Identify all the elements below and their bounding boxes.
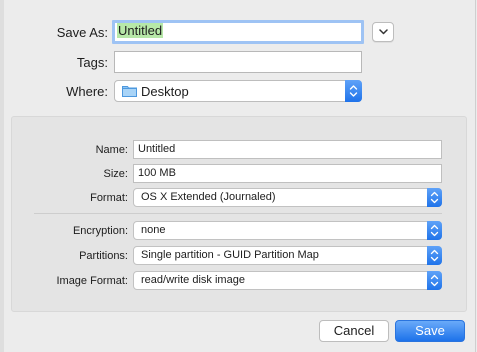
encryption-popup-arrows xyxy=(427,221,442,240)
image-format-value: read/write disk image xyxy=(141,274,245,286)
size-label: Size: xyxy=(103,168,128,180)
partitions-value: Single partition - GUID Partition Map xyxy=(141,249,319,261)
up-down-chevron-icon xyxy=(430,249,439,262)
where-popup-arrows xyxy=(345,80,362,102)
folder-icon xyxy=(122,86,137,97)
size-field[interactable]: 100 MB xyxy=(133,164,442,183)
save-as-field[interactable]: Untitled xyxy=(112,20,364,44)
partitions-label: Partitions: xyxy=(79,250,128,262)
format-popup[interactable]: OS X Extended (Journaled) xyxy=(133,188,442,207)
format-value: OS X Extended (Journaled) xyxy=(141,191,276,203)
encryption-label: Encryption: xyxy=(72,225,128,237)
tags-label: Tags: xyxy=(76,55,108,70)
up-down-chevron-icon xyxy=(349,85,358,97)
separator xyxy=(34,213,442,214)
up-down-chevron-icon xyxy=(430,191,439,204)
save-as-value: Untitled xyxy=(117,23,164,38)
format-popup-arrows xyxy=(427,188,442,207)
cancel-button[interactable]: Cancel xyxy=(319,320,389,342)
up-down-chevron-icon xyxy=(430,224,439,237)
save-dialog: Save As: Untitled Tags: Where: Desktop N… xyxy=(0,0,476,352)
image-format-popup[interactable]: read/write disk image xyxy=(133,271,442,290)
image-format-popup-arrows xyxy=(427,271,442,290)
expand-collapse-button[interactable] xyxy=(372,22,394,42)
partitions-popup-arrows xyxy=(427,246,442,265)
window-edge xyxy=(0,0,4,352)
encryption-value: none xyxy=(141,224,166,236)
name-field[interactable]: Untitled xyxy=(133,140,442,159)
where-popup[interactable]: Desktop xyxy=(114,80,362,102)
chevron-down-icon xyxy=(379,29,388,35)
up-down-chevron-icon xyxy=(430,274,439,287)
tags-field[interactable] xyxy=(114,51,362,73)
image-format-label: Image Format: xyxy=(56,275,128,287)
where-value: Desktop xyxy=(141,84,189,99)
save-button[interactable]: Save xyxy=(395,320,465,342)
partitions-popup[interactable]: Single partition - GUID Partition Map xyxy=(133,246,442,265)
name-label: Name: xyxy=(95,144,128,156)
where-label: Where: xyxy=(66,84,108,99)
format-label: Format: xyxy=(90,192,128,204)
save-as-label: Save As: xyxy=(56,25,108,40)
encryption-popup[interactable]: none xyxy=(133,221,442,240)
